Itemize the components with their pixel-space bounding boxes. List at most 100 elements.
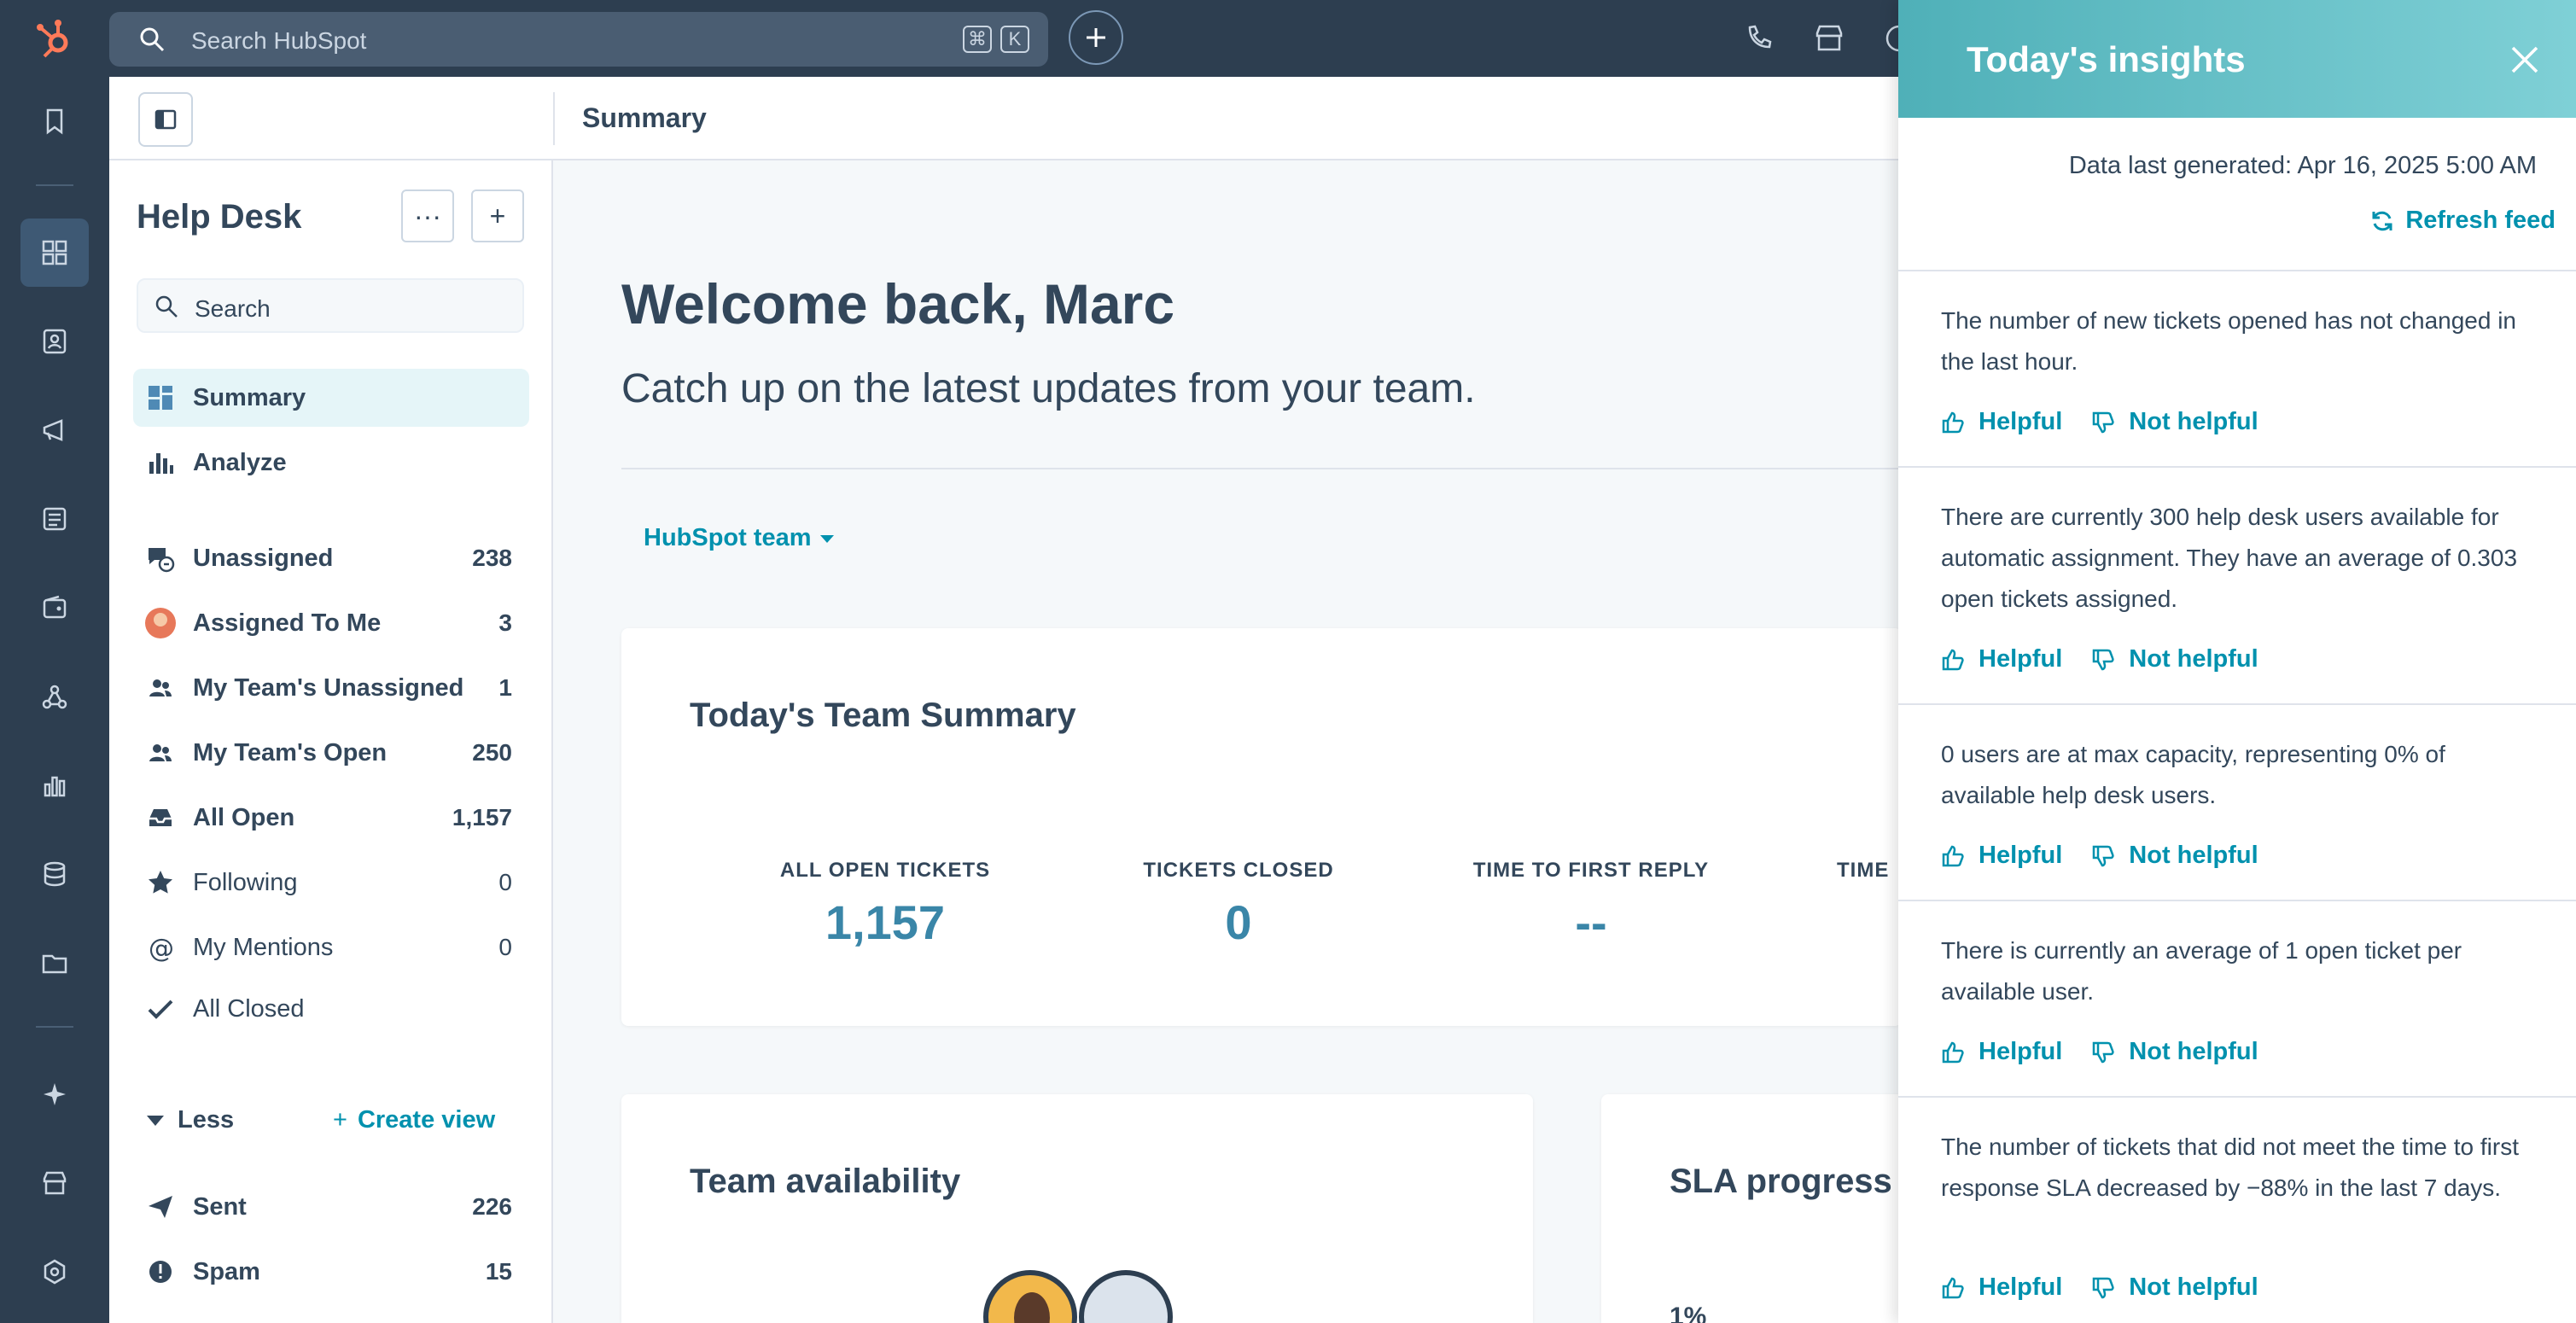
insight-item: The number of new tickets opened has not… — [1898, 270, 2576, 466]
workspaces-icon[interactable] — [20, 219, 89, 287]
refresh-icon — [2372, 211, 2392, 230]
automations-icon[interactable] — [20, 662, 89, 731]
data-management-icon[interactable] — [20, 840, 89, 908]
sidebar-item-all-closed[interactable]: All Closed — [133, 980, 529, 1038]
sidebar-item-count: 0 — [498, 934, 512, 960]
welcome-subtitle: Catch up on the latest updates from your… — [621, 366, 1476, 411]
thumbs-up-icon — [1942, 649, 1964, 670]
settings-hexagon-icon[interactable] — [20, 1238, 89, 1306]
helpful-label: Helpful — [1979, 842, 2063, 869]
bookmarks-icon[interactable] — [20, 87, 89, 155]
not-helpful-button[interactable]: Not helpful — [2091, 1038, 2258, 1066]
team-icon — [145, 737, 176, 768]
not-helpful-label: Not helpful — [2129, 842, 2258, 869]
section-divider — [621, 468, 1902, 469]
sidebar-item-analyze[interactable]: Analyze — [133, 434, 529, 492]
sidebar-item-count: 1,157 — [452, 804, 512, 831]
alert-icon — [145, 1256, 176, 1287]
avatar — [145, 608, 176, 638]
create-view-label: Create view — [357, 1106, 496, 1134]
thumbs-down-icon — [2093, 845, 2114, 866]
metric-label: ALL OPEN TICKETS — [779, 859, 991, 882]
sidebar-title: Help Desk — [137, 198, 302, 236]
reporting-icon[interactable] — [20, 751, 89, 819]
less-toggle[interactable]: Less — [147, 1106, 234, 1134]
helpful-button[interactable]: Helpful — [1941, 842, 2062, 870]
metric-time-partial[interactable]: TIME — [1837, 859, 1902, 883]
hubspot-logo-icon[interactable] — [32, 17, 77, 61]
sidebar-item-count: 15 — [485, 1258, 512, 1285]
insight-item: There is currently an average of 1 open … — [1898, 900, 2576, 1096]
helpful-button[interactable]: Helpful — [1941, 1038, 2062, 1066]
sidebar-item-count: 0 — [498, 869, 512, 895]
team-availability-card: Team availability — [621, 1094, 1533, 1323]
team-member-avatar[interactable] — [983, 1270, 1077, 1323]
sidebar-item-spam[interactable]: Spam 15 — [133, 1243, 529, 1301]
metric-value: 0 — [1225, 895, 1252, 949]
sidebar-item-label: My Mentions — [193, 933, 334, 961]
send-icon — [145, 1192, 176, 1222]
sidebar-toggle-button[interactable] — [138, 92, 193, 147]
sidebar-item-label: My Team's Unassigned — [193, 673, 464, 702]
more-options-button[interactable]: ··· — [401, 189, 454, 242]
helpful-label: Helpful — [1979, 1038, 2063, 1065]
rail-divider — [36, 184, 73, 186]
add-view-button[interactable]: + — [471, 189, 524, 242]
sidebar-search-input[interactable]: Search — [137, 278, 524, 333]
refresh-feed-button[interactable]: Refresh feed — [2369, 207, 2556, 235]
sidebar-item-all-open[interactable]: All Open 1,157 — [133, 789, 529, 847]
sidebar-item-label: Spam — [193, 1257, 260, 1285]
phone-icon[interactable] — [1743, 22, 1775, 55]
sidebar-item-my-mentions[interactable]: @ My Mentions 0 — [133, 918, 529, 976]
sidebar-item-count: 3 — [498, 609, 512, 636]
welcome-heading: Welcome back, Marc — [621, 272, 1175, 335]
metric-tickets-closed[interactable]: TICKETS CLOSED 0 — [1115, 859, 1362, 950]
sidebar-item-assigned-to-me[interactable]: Assigned To Me 3 — [133, 594, 529, 652]
sla-progress-title: SLA progress — [1670, 1163, 1892, 1200]
marketplace-icon[interactable] — [20, 1149, 89, 1217]
insight-item: 0 users are at max capacity, representin… — [1898, 703, 2576, 900]
library-folder-icon[interactable] — [20, 929, 89, 997]
team-member-avatar-default[interactable] — [1079, 1270, 1173, 1323]
thumbs-down-icon — [2093, 411, 2114, 433]
content-icon[interactable] — [20, 485, 89, 553]
helpful-button[interactable]: Helpful — [1941, 408, 2062, 436]
global-search-input[interactable]: Search HubSpot ⌘ K — [109, 12, 1048, 67]
sidebar-item-unassigned[interactable]: Unassigned 238 — [133, 529, 529, 587]
create-view-link[interactable]: + Create view — [333, 1106, 495, 1134]
not-helpful-button[interactable]: Not helpful — [2091, 408, 2258, 436]
sidebar-item-label: Sent — [193, 1192, 247, 1221]
insight-item: The number of tickets that did not meet … — [1898, 1096, 2576, 1323]
team-availability-title: Team availability — [690, 1163, 961, 1200]
team-summary-card: Today's Team Summary ALL OPEN TICKETS 1,… — [621, 628, 1902, 1026]
metric-value: 1,157 — [825, 895, 946, 949]
less-label: Less — [178, 1106, 235, 1134]
breeze-ai-icon[interactable] — [20, 1060, 89, 1128]
helpful-button[interactable]: Helpful — [1941, 1273, 2062, 1302]
team-filter-dropdown[interactable]: HubSpot team — [644, 524, 834, 552]
sidebar-item-my-teams-unassigned[interactable]: My Team's Unassigned 1 — [133, 659, 529, 717]
sidebar-item-label: Analyze — [193, 448, 287, 476]
not-helpful-button[interactable]: Not helpful — [2091, 1273, 2258, 1302]
not-helpful-button[interactable]: Not helpful — [2091, 842, 2258, 870]
marketplace-store-icon[interactable] — [1813, 22, 1845, 55]
helpful-button[interactable]: Helpful — [1941, 645, 2062, 673]
not-helpful-button[interactable]: Not helpful — [2091, 645, 2258, 673]
helpful-label: Helpful — [1979, 645, 2063, 673]
create-new-button[interactable] — [1069, 10, 1123, 65]
help-desk-sidebar: Help Desk ··· + Search Summary Analyze U… — [109, 160, 553, 1323]
chat-question-icon — [145, 543, 176, 574]
contacts-icon[interactable] — [20, 307, 89, 376]
thumbs-down-icon — [2093, 649, 2114, 670]
metric-all-open-tickets[interactable]: ALL OPEN TICKETS 1,157 — [761, 859, 1009, 950]
sidebar-item-sent[interactable]: Sent 226 — [133, 1178, 529, 1236]
marketing-icon[interactable] — [20, 396, 89, 464]
sidebar-item-summary[interactable]: Summary — [133, 369, 529, 427]
sidebar-item-following[interactable]: Following 0 — [133, 854, 529, 912]
sidebar-item-my-teams-open[interactable]: My Team's Open 250 — [133, 724, 529, 782]
metric-time-to-first-reply[interactable]: TIME TO FIRST REPLY -- — [1454, 859, 1728, 950]
bar-chart-icon — [145, 447, 176, 478]
close-icon[interactable] — [2508, 43, 2542, 77]
commerce-icon[interactable] — [20, 574, 89, 642]
search-icon — [140, 27, 165, 52]
